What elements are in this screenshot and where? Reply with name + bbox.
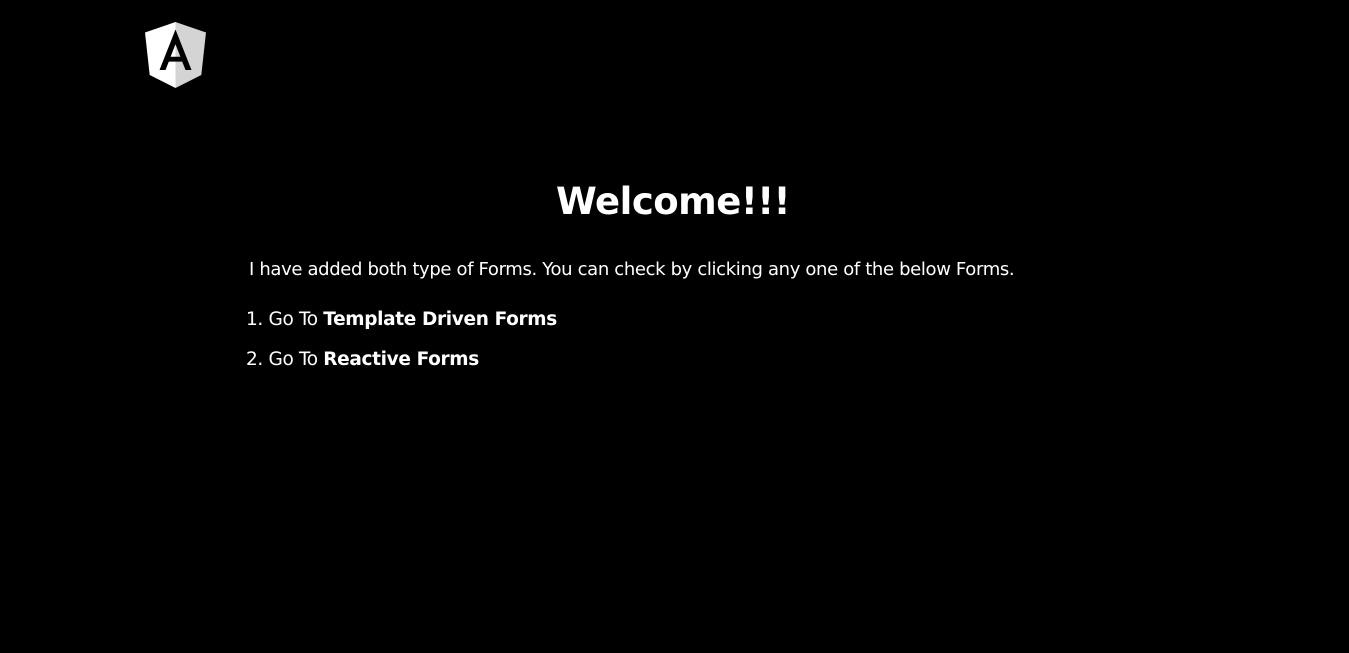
angular-logo-svg [145, 22, 206, 88]
page: Welcome!!! I have added both type of For… [0, 0, 1349, 653]
page-title: Welcome!!! [556, 180, 790, 223]
reactive-forms-link[interactable]: Reactive Forms [323, 349, 479, 370]
list-item-number: 1. [246, 309, 263, 330]
list-item-number: 2. [246, 349, 263, 370]
angular-logo-icon [145, 22, 206, 88]
list-item: 2. Go To Reactive Forms [246, 346, 557, 386]
list-item: 1. Go To Template Driven Forms [246, 306, 557, 346]
intro-text: I have added both type of Forms. You can… [249, 259, 1015, 280]
list-item-prefix: Go To [268, 349, 318, 370]
forms-link-list: 1. Go To Template Driven Forms 2. Go To … [246, 306, 557, 386]
list-item-prefix: Go To [268, 309, 318, 330]
template-driven-forms-link[interactable]: Template Driven Forms [323, 309, 557, 330]
